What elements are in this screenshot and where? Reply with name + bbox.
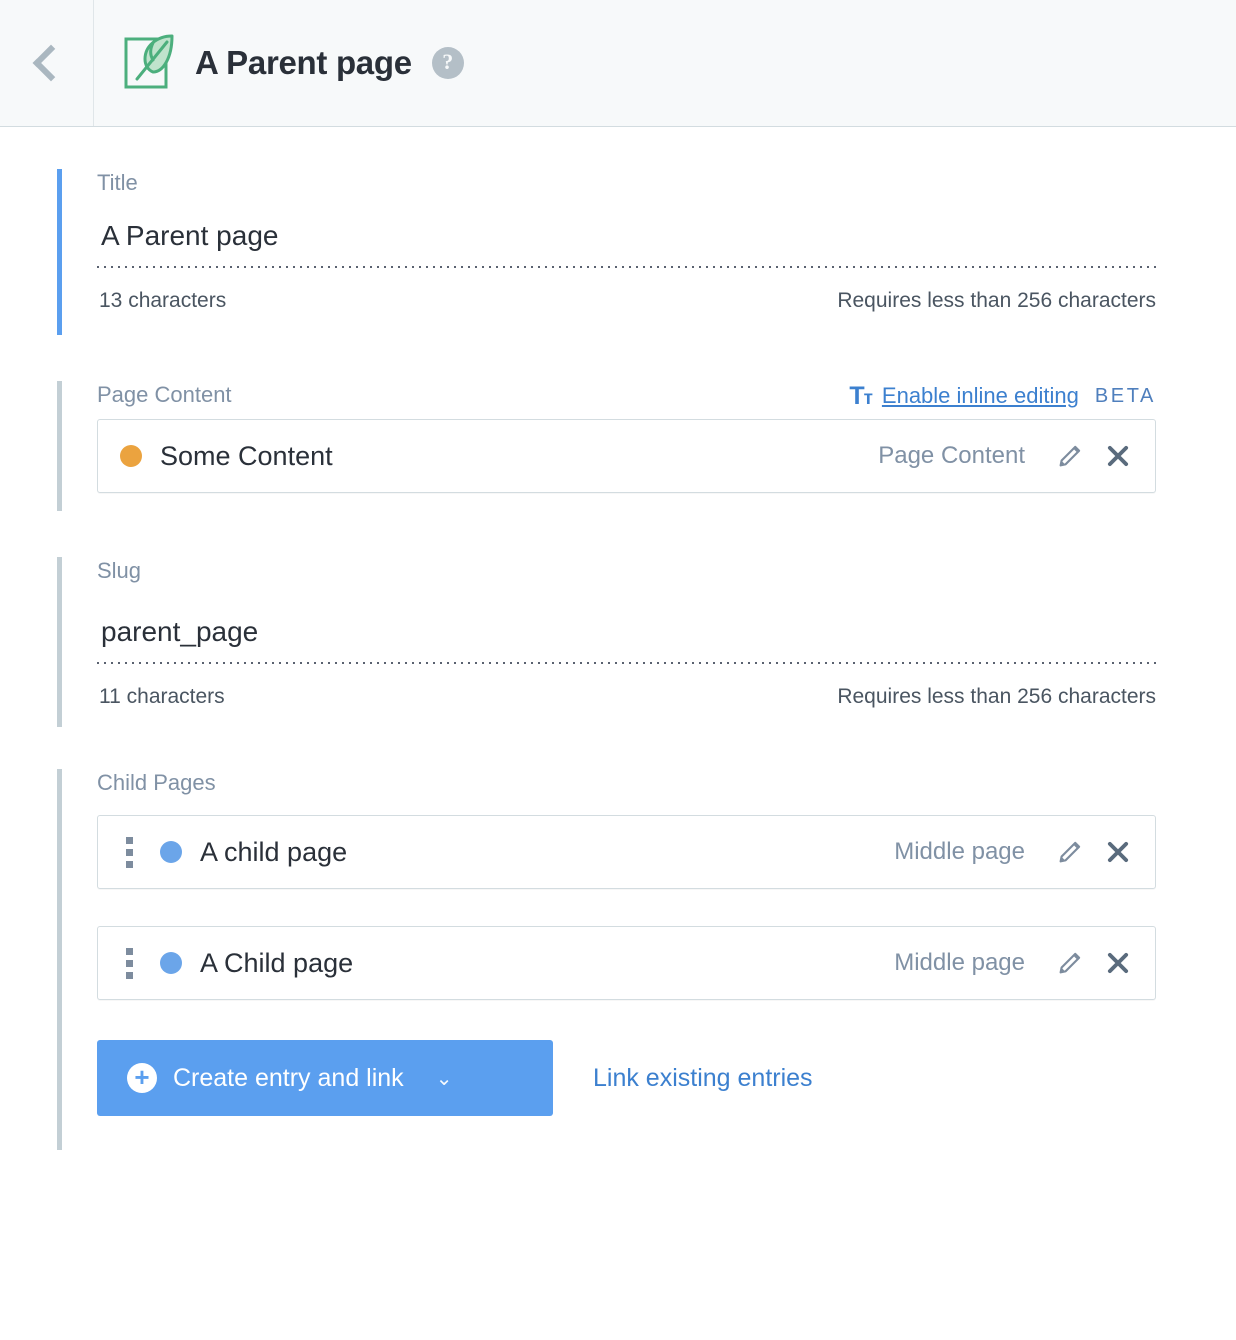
input-underline <box>97 266 1156 268</box>
title-input[interactable] <box>97 198 1156 266</box>
reference-content-type: Middle page <box>894 838 1025 866</box>
status-dot-published <box>160 952 182 974</box>
title-input-wrap <box>97 198 1156 268</box>
beta-badge: BETA <box>1089 385 1156 408</box>
field-label-slug: Slug <box>97 558 141 583</box>
slug-input[interactable] <box>97 594 1156 662</box>
close-icon <box>1103 441 1133 471</box>
text-format-icon: Tт <box>849 384 872 409</box>
slug-constraint: Requires less than 256 characters <box>837 685 1156 709</box>
reference-title: Some Content <box>160 441 878 472</box>
title-constraint: Requires less than 256 characters <box>837 289 1156 313</box>
field-title: Title 13 characters Requires less than 2… <box>0 127 1236 335</box>
drag-handle-icon[interactable] <box>120 837 138 868</box>
remove-reference-button[interactable] <box>1101 439 1135 473</box>
reference-title: A child page <box>200 837 894 868</box>
slug-input-wrap <box>97 586 1156 664</box>
status-dot-draft <box>120 445 142 467</box>
reference-content-type: Page Content <box>878 442 1025 470</box>
page-title: A Parent page <box>195 44 412 82</box>
help-icon[interactable]: ? <box>432 47 464 79</box>
edit-reference-button[interactable] <box>1053 835 1087 869</box>
edit-reference-button[interactable] <box>1053 946 1087 980</box>
reference-card[interactable]: A child page Middle page <box>97 815 1156 889</box>
remove-reference-button[interactable] <box>1101 946 1135 980</box>
slug-hint-row: 11 characters Requires less than 256 cha… <box>97 664 1156 709</box>
chevron-left-icon <box>32 45 69 82</box>
header-title-group: A Parent page ? <box>94 22 464 104</box>
close-icon <box>1103 948 1133 978</box>
edit-reference-button[interactable] <box>1053 439 1087 473</box>
enable-inline-editing-label: Enable inline editing <box>882 383 1079 409</box>
field-child-pages: Child Pages A child page Middle page <box>0 727 1236 1151</box>
drag-handle-icon[interactable] <box>120 948 138 979</box>
reference-card[interactable]: A Child page Middle page <box>97 926 1156 1000</box>
entry-editor-body: Title 13 characters Requires less than 2… <box>0 127 1236 1150</box>
remove-reference-button[interactable] <box>1101 835 1135 869</box>
leaf-document-icon <box>123 33 175 93</box>
field-page-content: Page Content Tт Enable inline editing BE… <box>0 335 1236 512</box>
input-underline <box>97 662 1156 664</box>
enable-inline-editing-button[interactable]: Tт Enable inline editing BETA <box>849 383 1156 409</box>
plus-circle-icon: + <box>127 1063 157 1093</box>
create-entry-and-link-button[interactable]: + Create entry and link ⌄ <box>97 1040 553 1116</box>
pencil-icon <box>1055 948 1085 978</box>
reference-card[interactable]: Some Content Page Content <box>97 419 1156 493</box>
entry-editor-header: A Parent page ? <box>0 0 1236 127</box>
field-label-page-content: Page Content <box>97 381 232 410</box>
status-dot-published <box>160 841 182 863</box>
back-button[interactable] <box>0 0 94 126</box>
field-label-child-pages: Child Pages <box>97 769 1156 816</box>
link-existing-entries-button[interactable]: Link existing entries <box>593 1064 813 1093</box>
reference-title: A Child page <box>200 948 894 979</box>
slug-char-count: 11 characters <box>97 685 225 709</box>
page-content-header: Page Content Tт Enable inline editing BE… <box>97 381 1156 420</box>
field-label-title: Title <box>97 170 138 195</box>
field-slug: Slug 11 characters Requires less than 25… <box>0 511 1236 727</box>
title-char-count: 13 characters <box>97 289 226 313</box>
title-hint-row: 13 characters Requires less than 256 cha… <box>97 268 1156 313</box>
pencil-icon <box>1055 441 1085 471</box>
reference-content-type: Middle page <box>894 949 1025 977</box>
chevron-down-icon[interactable]: ⌄ <box>436 1066 453 1091</box>
create-entry-label: Create entry and link <box>173 1064 404 1093</box>
child-pages-actions: + Create entry and link ⌄ Link existing … <box>97 1000 1156 1116</box>
close-icon <box>1103 837 1133 867</box>
pencil-icon <box>1055 837 1085 867</box>
